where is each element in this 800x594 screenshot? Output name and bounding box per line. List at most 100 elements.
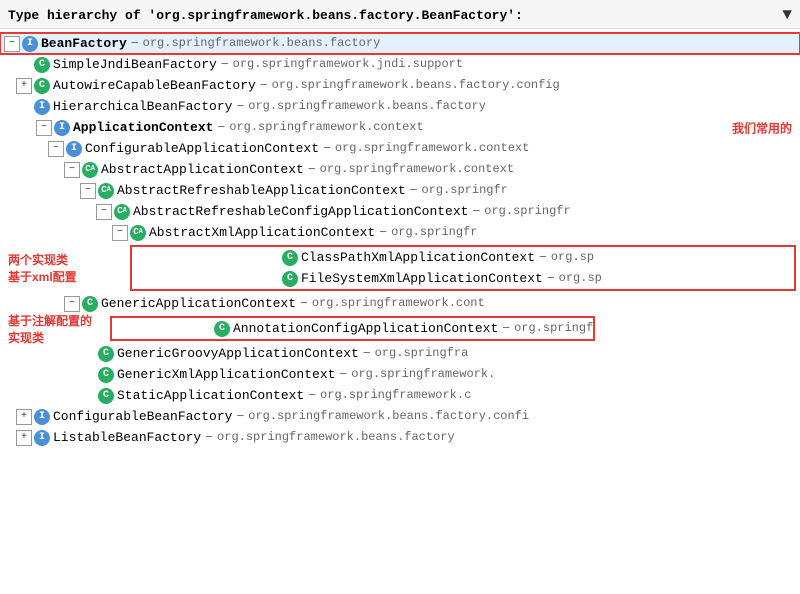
tree-row-generic-xml: C GenericXmlApplicationContext − org.spr… (0, 364, 800, 385)
classname-generic-groovy: GenericGroovyApplicationContext (117, 344, 359, 363)
icon-simple-jndi: C (34, 57, 50, 73)
icon-configurable-app: I (66, 141, 82, 157)
tree-row-filesystem-xml: C FileSystemXmlApplicationContext − org.… (132, 268, 794, 289)
icon-abstract-xml: CA (130, 225, 146, 241)
package-generic-xml: org.springframework. (351, 365, 495, 384)
package-abstract-app: org.springframework.context (320, 160, 514, 179)
icon-listable-bean: I (34, 430, 50, 446)
icon-annotation-config: C (214, 321, 230, 337)
package-appcontext: org.springframework.context (229, 118, 423, 137)
package-listable-bean: org.springframework.beans.factory (217, 428, 455, 447)
tree-row-abstract-app: − CA AbstractApplicationContext − org.sp… (0, 159, 800, 180)
classname-abstract-refreshable-config: AbstractRefreshableConfigApplicationCont… (133, 202, 468, 221)
expand-autowire[interactable]: + (16, 78, 32, 94)
panel-title: Type hierarchy of 'org.springframework.b… (8, 8, 523, 23)
package-annotation-config: org.springf (514, 319, 593, 338)
icon-static-app: C (98, 388, 114, 404)
classname-abstract-refreshable: AbstractRefreshableApplicationContext (117, 181, 406, 200)
expand-generic-app[interactable]: − (64, 296, 80, 312)
xml-group-box: C ClassPathXmlApplicationContext − org.s… (130, 245, 796, 291)
tree-row-autowire: + C AutowireCapableBeanFactory − org.spr… (0, 75, 800, 96)
classname-bean-factory: BeanFactory (41, 34, 127, 53)
icon-abstract-refreshable-config: CA (114, 204, 130, 220)
tree-row-hierarchical: I HierarchicalBeanFactory − org.springfr… (0, 96, 800, 117)
classname-static-app: StaticApplicationContext (117, 386, 304, 405)
classname-appcontext: ApplicationContext (73, 118, 213, 137)
icon-generic-xml: C (98, 367, 114, 383)
tree-row-annotation-config: C AnnotationConfigApplicationContext − o… (112, 318, 593, 339)
expand-abstract-xml[interactable]: − (112, 225, 128, 241)
tree-row-abstract-refreshable-config: − CA AbstractRefreshableConfigApplicatio… (0, 201, 800, 222)
package-bean-factory: org.springframework.beans.factory (143, 34, 381, 53)
package-filesystem-xml: org.sp (559, 269, 602, 288)
classname-autowire: AutowireCapableBeanFactory (53, 76, 256, 95)
package-static-app: org.springframework.c (320, 386, 471, 405)
panel-header: Type hierarchy of 'org.springframework.b… (0, 0, 800, 29)
icon-hierarchical: I (34, 99, 50, 115)
tree-container: − I BeanFactory − org.springframework.be… (0, 29, 800, 579)
icon-generic-app: C (82, 296, 98, 312)
classname-generic-xml: GenericXmlApplicationContext (117, 365, 335, 384)
classname-listable-bean: ListableBeanFactory (53, 428, 201, 447)
package-generic-app: org.springframework.cont (312, 294, 485, 313)
annotation-impl-container: 基于注解配置的实现类 (8, 314, 92, 343)
classname-abstract-app: AbstractApplicationContext (101, 160, 304, 179)
icon-abstract-app: CA (82, 162, 98, 178)
package-autowire: org.springframework.beans.factory.config (272, 76, 560, 95)
classname-configurable-app: ConfigurableApplicationContext (85, 139, 319, 158)
classname-simple-jndi: SimpleJndiBeanFactory (53, 55, 217, 74)
tree-row-abstract-refreshable: − CA AbstractRefreshableApplicationConte… (0, 180, 800, 201)
tree-row-abstract-xml: − CA AbstractXmlApplicationContext − org… (0, 222, 800, 243)
package-abstract-xml: org.springfr (391, 223, 477, 242)
expand-listable-bean[interactable]: + (16, 430, 32, 446)
tree-row-generic-app: − C GenericApplicationContext − org.spri… (0, 293, 800, 314)
icon-autowire: C (34, 78, 50, 94)
icon-abstract-refreshable: CA (98, 183, 114, 199)
expand-bean-factory[interactable]: − (4, 36, 20, 52)
icon-bean-factory: I (22, 36, 38, 52)
icon-classpath-xml: C (282, 250, 298, 266)
classname-filesystem-xml: FileSystemXmlApplicationContext (301, 269, 543, 288)
annotation-group-container: 基于注解配置的实现类 C AnnotationConfigApplication… (0, 314, 800, 343)
expand-configurable-app[interactable]: − (48, 141, 64, 157)
package-configurable-app: org.springframework.context (335, 139, 529, 158)
tree-row-bean-factory: − I BeanFactory − org.springframework.be… (0, 33, 800, 54)
package-abstract-refreshable: org.springfr (421, 181, 507, 200)
annotation-xml-container: 两个实现类基于xml配置 (8, 243, 77, 293)
expand-abstract-app[interactable]: − (64, 162, 80, 178)
icon-filesystem-xml: C (282, 271, 298, 287)
package-generic-groovy: org.springfra (375, 344, 469, 363)
expand-abstract-refreshable[interactable]: − (80, 183, 96, 199)
annotation-two-impl: 两个实现类基于xml配置 (8, 251, 77, 285)
tree-row-generic-groovy: C GenericGroovyApplicationContext − org.… (0, 343, 800, 364)
type-hierarchy-panel: Type hierarchy of 'org.springframework.b… (0, 0, 800, 579)
classname-annotation-config: AnnotationConfigApplicationContext (233, 319, 498, 338)
icon-generic-groovy: C (98, 346, 114, 362)
annotation-common-use: 我们常用的 (732, 119, 792, 136)
classname-generic-app: GenericApplicationContext (101, 294, 296, 313)
classname-hierarchical: HierarchicalBeanFactory (53, 97, 232, 116)
expand-abstract-refreshable-config[interactable]: − (96, 204, 112, 220)
expand-configurable-bean[interactable]: + (16, 409, 32, 425)
package-hierarchical: org.springframework.beans.factory (248, 97, 486, 116)
package-simple-jndi: org.springframework.jndi.support (233, 55, 463, 74)
tree-row-configurable-app: − I ConfigurableApplicationContext − org… (0, 138, 800, 159)
annotation-group-box: C AnnotationConfigApplicationContext − o… (110, 316, 595, 341)
icon-configurable-bean: I (34, 409, 50, 425)
expand-appcontext[interactable]: − (36, 120, 52, 136)
classname-configurable-bean: ConfigurableBeanFactory (53, 407, 232, 426)
package-abstract-refreshable-config: org.springfr (484, 202, 570, 221)
tree-row-configurable-bean: + I ConfigurableBeanFactory − org.spring… (0, 406, 800, 427)
tree-row-appcontext-wrapper: − I ApplicationContext − org.springframe… (0, 117, 800, 138)
package-classpath-xml: org.sp (551, 248, 594, 267)
package-configurable-bean: org.springframework.beans.factory.confi (248, 407, 529, 426)
tree-row-static-app: C StaticApplicationContext − org.springf… (0, 385, 800, 406)
tree-row-listable-bean: + I ListableBeanFactory − org.springfram… (0, 427, 800, 448)
icon-appcontext: I (54, 120, 70, 136)
classname-classpath-xml: ClassPathXmlApplicationContext (301, 248, 535, 267)
xml-group-container: 两个实现类基于xml配置 C ClassPathXmlApplicationCo… (0, 243, 800, 293)
classname-abstract-xml: AbstractXmlApplicationContext (149, 223, 375, 242)
tree-row-classpath-xml: C ClassPathXmlApplicationContext − org.s… (132, 247, 794, 268)
tree-row-simple-jndi: C SimpleJndiBeanFactory − org.springfram… (0, 54, 800, 75)
collapse-arrow[interactable]: ▼ (782, 6, 792, 24)
